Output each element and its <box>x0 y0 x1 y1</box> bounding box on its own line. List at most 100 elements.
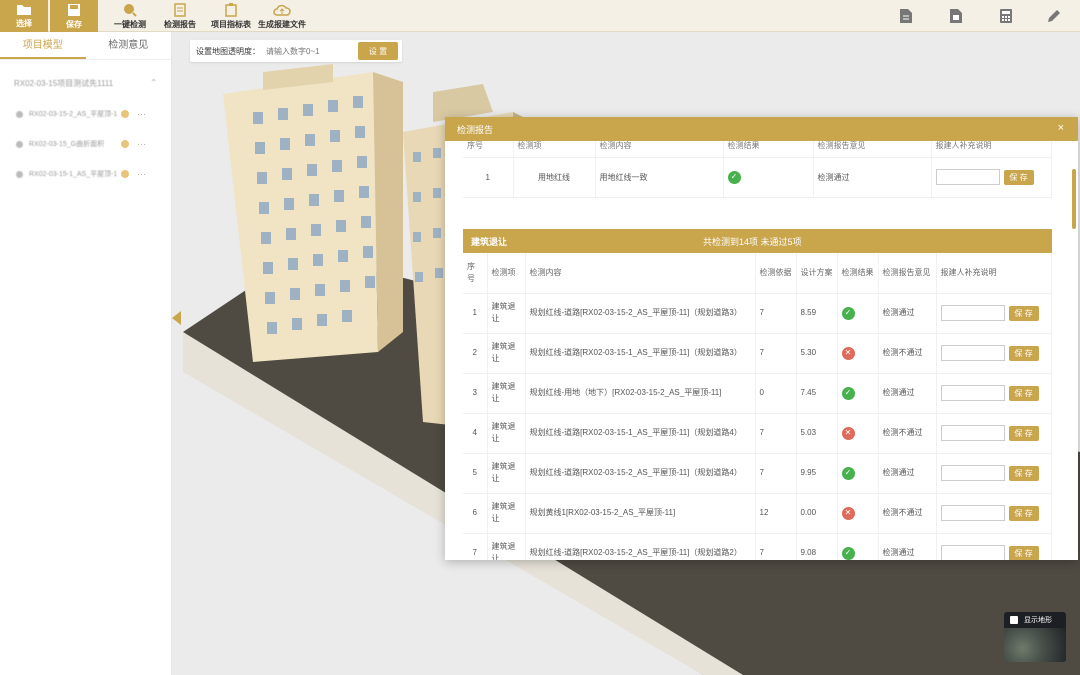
remark-input[interactable] <box>940 345 1005 361</box>
save-button[interactable]: 保 存 <box>1008 465 1039 481</box>
document-icon <box>900 9 912 23</box>
row-basis: 7 <box>755 453 797 494</box>
tree-item-label: RX02-03-15_G曲折面积 <box>29 141 105 148</box>
row-content: 规划红线-用地（地下）[RX02-03-15-2_AS_平屋顶-11] <box>525 373 756 414</box>
save-button[interactable]: 保 存 <box>1008 425 1039 441</box>
terrain-label: 显示地形 <box>1024 617 1052 624</box>
col-header: 检测项 <box>487 253 526 294</box>
check-report-button[interactable]: 检测报告 <box>160 0 200 32</box>
eye-icon[interactable] <box>16 170 23 178</box>
save-button[interactable]: 保 存 <box>1008 385 1039 401</box>
remark-input[interactable] <box>940 305 1005 321</box>
row-opinion: 检测不通过 <box>878 333 937 374</box>
remark-input[interactable] <box>935 169 1000 185</box>
indicator-table-button[interactable]: 项目指标表 <box>208 0 254 32</box>
row-design: 9.95 <box>796 453 838 494</box>
col-header: 检测项 <box>513 141 596 158</box>
collapse-panel-arrow[interactable] <box>172 311 181 325</box>
row-item: 建筑退让 <box>487 493 526 534</box>
close-icon[interactable]: × <box>1058 122 1064 134</box>
save-button[interactable]: 保 存 <box>1003 169 1034 185</box>
remark-input[interactable] <box>940 385 1005 401</box>
remark-input[interactable] <box>940 505 1005 521</box>
col-header: 检测依据 <box>755 253 797 294</box>
section-header: 建筑退让 共检测到14项 未通过5项 <box>463 229 1052 253</box>
save-button[interactable]: 保存 <box>50 0 98 32</box>
chevron-up-icon[interactable]: ⌃ <box>150 78 157 89</box>
eye-icon[interactable] <box>16 140 23 148</box>
row-result: ✓ <box>837 293 879 334</box>
col-header: 报建人补充说明 <box>936 253 1052 294</box>
section-summary: 共检测到14项 未通过5项 <box>703 236 802 247</box>
row-content: 规划红线-道路[RX02-03-15-1_AS_平屋顶-11]（规划道路3） <box>525 333 756 374</box>
left-tabs: 项目模型 检测意见 <box>0 32 171 60</box>
check-report-dialog: 检测报告 × 序号 检测项 检测内容 检测结果 检测报告意见 报建人补充说明 1… <box>445 117 1078 560</box>
table-row: 7 建筑退让 规划红线-道路[RX02-03-15-2_AS_平屋顶-11]（规划道… <box>463 533 1052 560</box>
tree-root[interactable]: RX02-03-15项目测试先1111 ⌃ <box>0 78 171 89</box>
row-remark: 保 存 <box>936 373 1052 414</box>
remark-input[interactable] <box>940 545 1005 560</box>
generate-file-label: 生成报建文件 <box>258 19 306 29</box>
dialog-scrollbar[interactable] <box>1072 169 1076 229</box>
row-design: 7.45 <box>796 373 838 414</box>
tree-item-label: RX02-03-15-1_AS_平屋顶-11 <box>29 171 117 178</box>
row-basis: 7 <box>755 293 797 334</box>
row-basis: 12 <box>755 493 797 534</box>
redline-table: 序号 检测项 检测内容 检测结果 检测报告意见 报建人补充说明 1 用地红线 用… <box>463 141 1052 198</box>
row-opinion: 检测不通过 <box>878 413 937 454</box>
tab-check-opinion[interactable]: 检测意见 <box>86 32 172 59</box>
terrain-toggle[interactable]: 显示地形 <box>1004 612 1066 662</box>
tree-item[interactable]: RX02-03-15_G曲折面积 ··· <box>0 129 171 159</box>
tree-item[interactable]: RX02-03-15-1_AS_平屋顶-11 ··· <box>0 159 171 189</box>
dialog-header: 检测报告 × <box>445 117 1078 141</box>
row-opinion: 检测通过 <box>878 373 937 414</box>
report-icon <box>174 2 186 17</box>
save-label: 保存 <box>66 19 82 29</box>
set-opacity-button[interactable]: 设 置 <box>358 42 398 60</box>
row-remark: 保 存 <box>936 413 1052 454</box>
remark-input[interactable] <box>940 465 1005 481</box>
save-button[interactable]: 保 存 <box>1008 305 1039 321</box>
cross-circle-icon: ✕ <box>841 426 855 440</box>
opacity-input[interactable] <box>266 43 350 59</box>
one-click-check-button[interactable]: 一键检测 <box>108 0 152 32</box>
status-badge <box>121 110 129 118</box>
more-icon[interactable]: ··· <box>137 139 146 149</box>
row-basis: 7 <box>755 533 797 560</box>
col-header: 序号 <box>463 141 514 158</box>
row-design: 9.08 <box>796 533 838 560</box>
remark-input[interactable] <box>940 425 1005 441</box>
row-basis: 7 <box>755 413 797 454</box>
more-icon[interactable]: ··· <box>137 169 146 179</box>
pencil-button[interactable] <box>1044 6 1064 26</box>
save-button[interactable]: 保 存 <box>1008 545 1039 560</box>
document-button[interactable] <box>896 6 916 26</box>
terrain-checkbox[interactable] <box>1010 616 1018 624</box>
row-content: 规划红线-道路[RX02-03-15-2_AS_平屋顶-11]（规划道路2） <box>525 533 756 560</box>
col-header: 检测报告意见 <box>878 253 937 294</box>
table-row: 3 建筑退让 规划红线-用地（地下）[RX02-03-15-2_AS_平屋顶-11]… <box>463 373 1052 414</box>
row-result: ✓ <box>837 453 879 494</box>
row-item: 建筑退让 <box>487 453 526 494</box>
row-item: 建筑退让 <box>487 333 526 374</box>
dialog-body[interactable]: 序号 检测项 检测内容 检测结果 检测报告意见 报建人补充说明 1 用地红线 用… <box>445 141 1070 560</box>
check-circle-icon: ✓ <box>841 386 855 400</box>
generate-file-button[interactable]: 生成报建文件 <box>256 0 308 32</box>
save-button[interactable]: 保 存 <box>1008 345 1039 361</box>
tab-project-model[interactable]: 项目模型 <box>0 32 86 59</box>
row-result: ✓ <box>837 533 879 560</box>
cross-circle-icon: ✕ <box>841 506 855 520</box>
calculator-button[interactable] <box>996 6 1016 26</box>
opacity-label: 设置地图透明度： <box>196 46 260 56</box>
save-button[interactable]: 保 存 <box>1008 505 1039 521</box>
row-no: 5 <box>463 453 488 494</box>
spreadsheet-button[interactable] <box>946 6 966 26</box>
tree-item[interactable]: RX02-03-15-2_AS_平屋顶-11 ··· <box>0 99 171 129</box>
select-button[interactable]: 选择 <box>0 0 48 32</box>
eye-icon[interactable] <box>16 110 23 118</box>
more-icon[interactable]: ··· <box>137 109 146 119</box>
row-item: 建筑退让 <box>487 533 526 560</box>
check-circle-icon: ✓ <box>841 306 855 320</box>
table-row: 6 建筑退让 规划黄线1[RX02-03-15-2_AS_平屋顶-11] 12 0.00… <box>463 493 1052 534</box>
row-basis: 0 <box>755 373 797 414</box>
